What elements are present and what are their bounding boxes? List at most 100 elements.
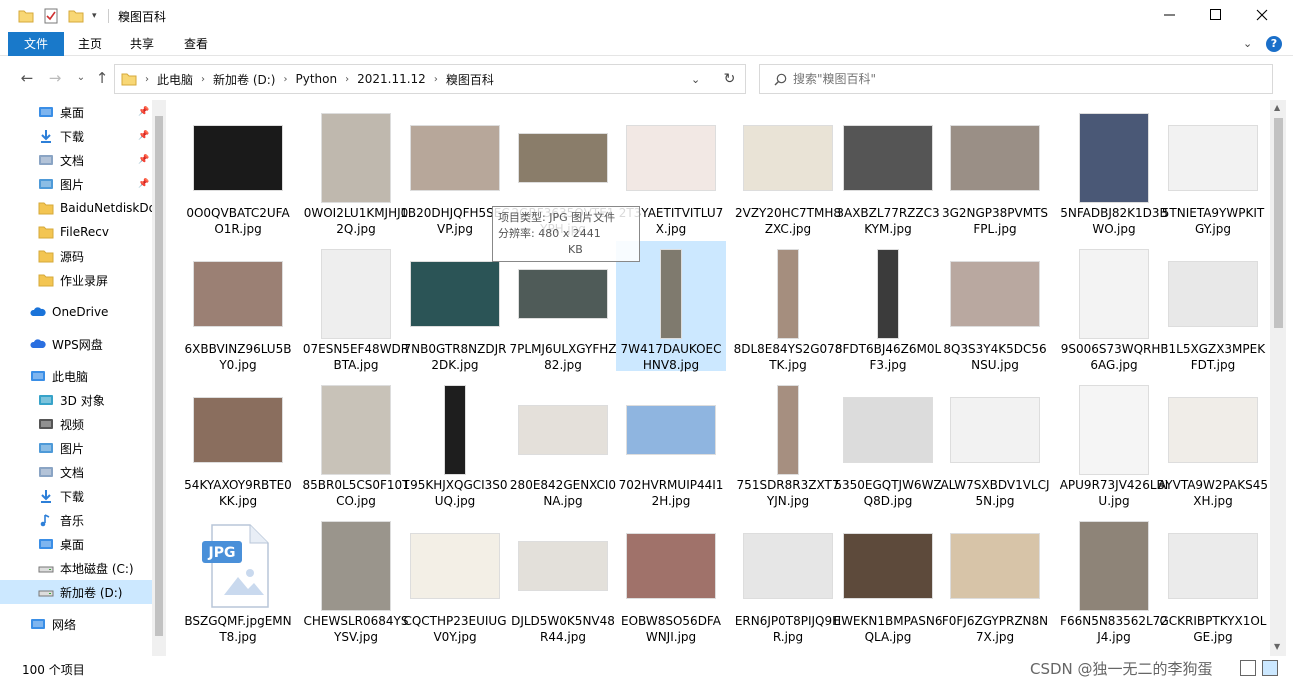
sidebar-item[interactable]: 网络 (0, 612, 152, 636)
tab-view[interactable]: 查看 (172, 32, 220, 56)
sidebar-item[interactable]: 下载 (0, 484, 152, 508)
sidebar-item[interactable]: BaiduNetdiskDo (0, 196, 152, 220)
sidebar-item[interactable]: FileRecv (0, 220, 152, 244)
file-item[interactable]: 195KHJXQGCI3S0UQ.jpg (400, 377, 510, 508)
file-thumbnail (408, 519, 502, 613)
recent-locations-chevron-icon[interactable]: ⌄ (71, 68, 91, 88)
file-item[interactable]: DJLD5W0K5NV48R44.jpg (508, 513, 618, 644)
file-item[interactable]: 280E842GENXCI0NA.jpg (508, 377, 618, 508)
search-box[interactable] (759, 64, 1273, 94)
tab-home[interactable]: 主页 (66, 32, 114, 56)
quick-access-folder-icon[interactable] (18, 7, 34, 25)
sidebar-item[interactable]: 文档 📌 (0, 148, 152, 172)
file-item[interactable]: 751SDR8R3ZXT7YJN.jpg (733, 377, 843, 508)
file-name: 9S006S73WQRHF6AG.jpg (1060, 342, 1168, 372)
file-item[interactable]: 3G2NGP38PVMTSFPL.jpg (940, 105, 1050, 236)
file-item[interactable]: 8DL8E84YS2G078TK.jpg (733, 241, 843, 372)
back-arrow-icon[interactable]: ← (17, 68, 37, 88)
help-icon[interactable]: ? (1266, 36, 1282, 52)
sidebar-item[interactable]: 3D 对象 (0, 388, 152, 412)
file-item[interactable]: CQCTHP23EUIUGV0Y.jpg (400, 513, 510, 644)
expand-ribbon-chevron-icon[interactable]: ⌄ (1243, 37, 1252, 50)
sidebar-scrollbar[interactable] (152, 100, 166, 656)
sidebar-item[interactable]: WPS网盘 (0, 332, 152, 356)
file-item[interactable]: 3AXBZL77RZZC3KYM.jpg (833, 105, 943, 236)
customize-toolbar-chevron-icon[interactable]: ▾ (92, 7, 97, 25)
refresh-button[interactable]: ↻ (714, 64, 746, 94)
tab-file[interactable]: 文件 (8, 32, 64, 56)
file-item[interactable]: GCKRIBPTKYX1OLGE.jpg (1158, 513, 1268, 644)
file-item[interactable]: 0O0QVBATC2UFAO1R.jpg (183, 105, 293, 236)
sidebar-item[interactable]: 此电脑 (0, 364, 152, 388)
sidebar-item[interactable]: 视频 (0, 412, 152, 436)
file-item[interactable]: EWEKN1BMPASN6QLA.jpg (833, 513, 943, 644)
file-item[interactable]: 5NFADBJ82K1D3BWO.jpg (1059, 105, 1169, 236)
file-thumbnail (191, 247, 285, 341)
minimize-button[interactable] (1147, 0, 1193, 30)
up-arrow-icon[interactable]: ↑ (92, 68, 112, 88)
details-view-icon[interactable] (1240, 660, 1256, 676)
sidebar-item[interactable]: 作业录屏 (0, 268, 152, 292)
sidebar-item[interactable]: 音乐 (0, 508, 152, 532)
file-item[interactable]: 54KYAXOY9RBTE0KK.jpg (183, 377, 293, 508)
tab-share[interactable]: 共享 (118, 32, 166, 56)
forward-arrow-icon[interactable]: → (45, 68, 65, 88)
sidebar-item[interactable]: 文档 (0, 460, 152, 484)
file-item[interactable]: 5350EGQTJW6WZQ8D.jpg (833, 377, 943, 508)
file-item[interactable]: F66N5N83562L72J4.jpg (1059, 513, 1169, 644)
file-item[interactable]: 8FDT6BJ46Z6M0LF3.jpg (833, 241, 943, 372)
scroll-down-arrow-icon[interactable]: ▼ (1274, 642, 1280, 651)
breadcrumb-drive-d[interactable]: 新加卷 (D:) (213, 71, 275, 88)
scroll-up-arrow-icon[interactable]: ▲ (1274, 103, 1280, 112)
breadcrumb-python[interactable]: Python (295, 72, 337, 86)
sidebar-item[interactable]: 新加卷 (D:) (0, 580, 152, 604)
file-item[interactable]: 6XBBVINZ96LU5BY0.jpg (183, 241, 293, 372)
content-scrollbar-thumb[interactable] (1274, 118, 1283, 328)
sidebar-item[interactable]: 桌面 (0, 532, 152, 556)
address-dropdown-chevron-icon[interactable]: ⌄ (691, 73, 700, 86)
quick-access-new-folder-icon[interactable] (68, 7, 84, 25)
file-item[interactable]: 702HVRMUIP44I12H.jpg (616, 377, 726, 508)
file-item[interactable]: ALW7SXBDV1VLCJ5N.jpg (940, 377, 1050, 508)
sidebar-scrollbar-thumb[interactable] (155, 116, 163, 636)
content-scrollbar[interactable]: ▲ ▼ (1270, 100, 1286, 656)
breadcrumb-current-folder[interactable]: 糗图百科 (446, 71, 494, 88)
file-item[interactable]: 07ESN5EF48WDRBTA.jpg (301, 241, 411, 372)
file-item[interactable]: ERN6JP0T8PIJQ9HR.jpg (733, 513, 843, 644)
sidebar-item[interactable]: OneDrive (0, 300, 152, 324)
sidebar-item[interactable]: 图片 (0, 436, 152, 460)
pin-icon[interactable]: 📌 (138, 131, 149, 141)
sidebar-item[interactable]: 本地磁盘 (C:) (0, 556, 152, 580)
file-item[interactable]: 9S006S73WQRHF6AG.jpg (1059, 241, 1169, 372)
close-button[interactable] (1239, 0, 1285, 30)
breadcrumb-this-pc[interactable]: 此电脑 (157, 71, 193, 88)
file-item[interactable]: APU9R73JV426LBIU.jpg (1059, 377, 1169, 508)
quick-access-properties-icon[interactable] (44, 7, 58, 25)
file-name: 8DL8E84YS2G078TK.jpg (733, 342, 843, 372)
file-item[interactable]: JPG BSZGQMF.jpgEMNT8.jpg (183, 513, 293, 644)
sidebar-item[interactable]: 下载 📌 (0, 124, 152, 148)
pin-icon[interactable]: 📌 (138, 179, 149, 189)
file-item[interactable]: CHEWSLR0684YSYSV.jpg (301, 513, 411, 644)
file-item[interactable]: 5TNIETA9YWPKITGY.jpg (1158, 105, 1268, 236)
pin-icon[interactable]: 📌 (138, 155, 149, 165)
search-input[interactable] (793, 72, 1193, 86)
file-item[interactable]: 31L5XGZX3MPEKFDT.jpg (1158, 241, 1268, 372)
sidebar-item[interactable]: 图片 📌 (0, 172, 152, 196)
file-item[interactable]: 8Q3S3Y4K5DC56NSU.jpg (940, 241, 1050, 372)
file-item[interactable]: 2VZY20HC7TMH8ZXC.jpg (733, 105, 843, 236)
address-bar[interactable]: › 此电脑 › 新加卷 (D:) › Python › 2021.11.12 ›… (114, 64, 746, 94)
maximize-button[interactable] (1193, 0, 1239, 30)
large-icons-view-icon[interactable] (1262, 660, 1278, 676)
sidebar-item[interactable]: 桌面 📌 (0, 100, 152, 124)
jpg-file-icon: JPG (191, 519, 285, 613)
file-item[interactable]: AYVTA9W2PAKS45XH.jpg (1158, 377, 1268, 508)
file-item[interactable]: EOBW8SO56DFAWNJI.jpg (616, 513, 726, 644)
pin-icon[interactable]: 📌 (138, 107, 149, 117)
file-item[interactable]: 0WOI2LU1KMJHJ02Q.jpg (301, 105, 411, 236)
breadcrumb-date-folder[interactable]: 2021.11.12 (357, 72, 426, 86)
sidebar-item[interactable]: 源码 (0, 244, 152, 268)
file-item[interactable]: 85BR0L5CS0F10TCO.jpg (301, 377, 411, 508)
file-item[interactable]: F0FJ6ZGYPRZN8N7X.jpg (940, 513, 1050, 644)
breadcrumb-separator-icon: › (145, 73, 149, 85)
